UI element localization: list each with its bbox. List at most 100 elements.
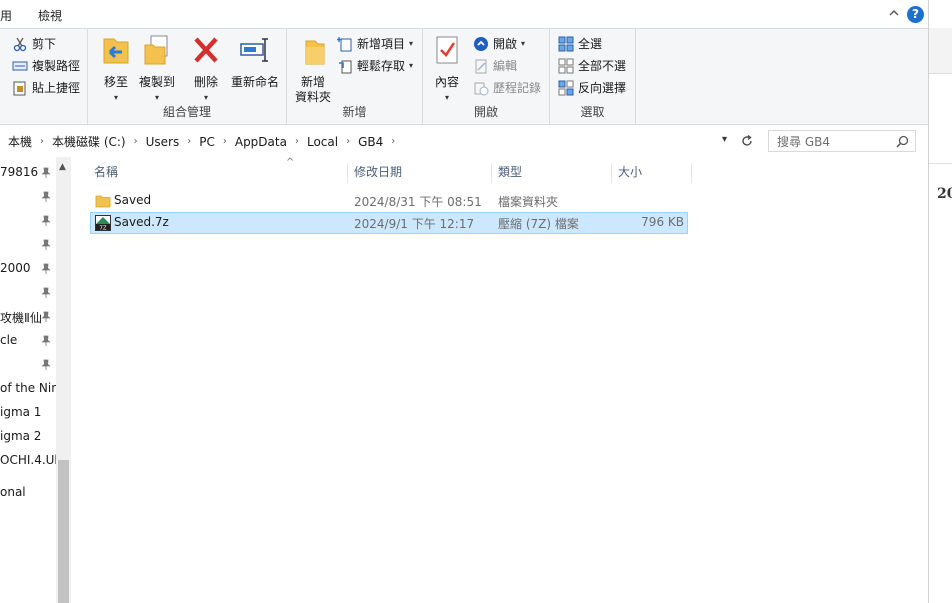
breadcrumb-this-pc[interactable]: 本機 (8, 133, 32, 150)
refresh-icon[interactable] (740, 134, 754, 148)
pin-icon[interactable] (41, 167, 51, 179)
delete-button[interactable]: 刪除 ▾ (188, 33, 224, 105)
folder-icon (95, 195, 111, 208)
help-icon[interactable]: ? (907, 6, 924, 23)
search-placeholder: 搜尋 GB4 (777, 134, 830, 149)
column-header-modified[interactable]: 修改日期 (350, 163, 492, 183)
breadcrumb-separator-icon: › (187, 136, 192, 147)
select-none-button[interactable]: 全部不選 (558, 56, 626, 75)
easy-access-icon (339, 60, 352, 73)
organize-group-label: 組合管理 (162, 105, 211, 119)
new-folder-button[interactable]: 新增 資料夾 (293, 33, 333, 105)
column-header-size[interactable]: 大小 (614, 163, 692, 183)
nav-item[interactable]: igma 2 (0, 429, 56, 449)
pin-icon[interactable] (41, 215, 51, 227)
select-group-label: 選取 (580, 105, 605, 119)
nav-item[interactable]: OCHI.4.Ul (0, 453, 56, 473)
paste-shortcut-button[interactable]: 貼上捷徑 (12, 78, 80, 97)
open-arrow-icon (474, 36, 488, 51)
pin-icon[interactable] (41, 335, 51, 347)
history-icon (474, 82, 489, 95)
breadcrumb-separator-icon: › (294, 136, 299, 147)
column-header-type[interactable]: 類型 (494, 163, 612, 183)
breadcrumb-users[interactable]: Users (146, 135, 180, 149)
breadcrumb-separator-icon: › (346, 136, 351, 147)
7z-archive-icon: 7Z (95, 215, 111, 231)
copy-path-icon (12, 61, 28, 70)
new-group-label: 新增 (342, 105, 367, 119)
file-type: 壓縮 (7Z) 檔案 (498, 217, 579, 231)
file-name: Saved.7z (114, 215, 169, 229)
cut-button[interactable]: 剪下 (12, 34, 56, 53)
pin-icon[interactable] (41, 359, 51, 371)
file-modified: 2024/9/1 下午 12:17 (354, 217, 475, 231)
background-window-edge: 20 (928, 0, 952, 603)
breadcrumb-appdata[interactable]: AppData (235, 135, 287, 149)
select-none-icon (558, 58, 574, 73)
history-button[interactable]: 歷程記錄 (473, 78, 541, 97)
edit-icon (475, 59, 487, 73)
file-size: 796 KB (641, 215, 684, 229)
pin-icon[interactable] (41, 263, 51, 275)
file-type: 檔案資料夾 (498, 195, 559, 209)
file-modified: 2024/8/31 下午 08:51 (354, 195, 482, 209)
open-button[interactable]: 開啟 ▾ (473, 34, 525, 53)
pin-icon[interactable] (41, 287, 51, 299)
clipboard-group: 剪下 複製路徑 貼上捷徑 (0, 29, 88, 124)
delete-x-icon (194, 37, 218, 63)
tab-share[interactable]: 用 (0, 7, 12, 24)
file-name: Saved (114, 193, 152, 207)
partial-heading-text: 20 (937, 186, 952, 202)
pin-icon[interactable] (41, 191, 51, 203)
breadcrumb-separator-icon: › (222, 136, 227, 147)
breadcrumb-local[interactable]: Local (307, 135, 338, 149)
pin-icon[interactable] (41, 239, 51, 251)
organize-group: 移至 ▾ 複製到 ▾ 刪除 ▾ 重新命名 組合管理 (88, 29, 287, 124)
move-to-button[interactable]: 移至 ▾ (98, 33, 134, 105)
select-all-icon (558, 36, 574, 51)
breadcrumb[interactable]: 本機 › 本機磁碟 (C:) › Users › PC › AppData › Local… (0, 130, 738, 153)
svg-text:7Z: 7Z (99, 225, 106, 231)
new-item-button[interactable]: 新增項目 ▾ (337, 34, 413, 53)
divider (929, 163, 952, 164)
nav-item[interactable]: of the Nin (0, 381, 56, 401)
properties-button[interactable]: 內容 ▾ (429, 33, 465, 105)
invert-selection-button[interactable]: 反向選擇 (558, 78, 626, 97)
easy-access-button[interactable]: 輕鬆存取 ▾ (337, 56, 413, 75)
breadcrumb-local-disk[interactable]: 本機磁碟 (C:) (52, 133, 126, 150)
nav-scrollbar-thumb[interactable] (58, 460, 69, 603)
nav-item[interactable]: igma 1 (0, 405, 56, 425)
address-row: 本機 › 本機磁碟 (C:) › Users › PC › AppData › Local… (0, 126, 928, 157)
address-history-dropdown-icon[interactable]: ▾ (722, 134, 727, 145)
column-header-name[interactable]: 名稱 (90, 163, 348, 183)
tab-view[interactable]: 檢視 (38, 7, 62, 24)
copy-path-button[interactable]: 複製路徑 (12, 56, 80, 75)
copy-to-button[interactable]: 複製到 ▾ (134, 33, 180, 105)
breadcrumb-pc[interactable]: PC (199, 135, 215, 149)
file-list: ^ 名稱 修改日期 類型 大小 Saved 2024/8/31 下午 08:51… (72, 157, 928, 603)
breadcrumb-separator-icon: › (133, 136, 138, 147)
breadcrumb-gb4[interactable]: GB4 (358, 135, 383, 149)
file-row-saved-7z[interactable]: 7Z Saved.7z 2024/9/1 下午 12:17 壓縮 (7Z) 檔案… (90, 212, 688, 234)
search-icon[interactable] (896, 135, 909, 148)
scroll-up-arrow-icon[interactable]: ▲ (59, 162, 66, 172)
invert-selection-icon (558, 80, 574, 95)
rename-button[interactable]: 重新命名 (228, 33, 282, 90)
properties-icon (436, 36, 458, 64)
ribbon: 剪下 複製路徑 貼上捷徑 移至 ▾ 複製到 ▾ 刪除 ▾ 重新命名 組合管理 新… (0, 28, 928, 125)
select-group: 全選 全部不選 反向選擇 選取 (550, 29, 636, 124)
breadcrumb-separator-icon: › (40, 136, 45, 147)
paste-shortcut-icon (13, 81, 26, 95)
edit-button[interactable]: 編輯 (473, 56, 517, 75)
move-to-icon (103, 38, 129, 64)
open-group-label: 開啟 (473, 105, 498, 119)
ribbon-tab-strip: 用 檢視 ? (0, 0, 928, 28)
pin-icon[interactable] (41, 311, 51, 323)
collapse-ribbon-icon[interactable] (887, 6, 901, 20)
select-all-button[interactable]: 全選 (558, 34, 602, 53)
nav-item[interactable]: onal (0, 485, 56, 505)
search-input[interactable]: 搜尋 GB4 (768, 130, 916, 152)
rename-icon (240, 38, 268, 62)
file-row-saved[interactable]: Saved 2024/8/31 下午 08:51 檔案資料夾 (90, 190, 688, 212)
background-window-toolbar (929, 28, 952, 74)
